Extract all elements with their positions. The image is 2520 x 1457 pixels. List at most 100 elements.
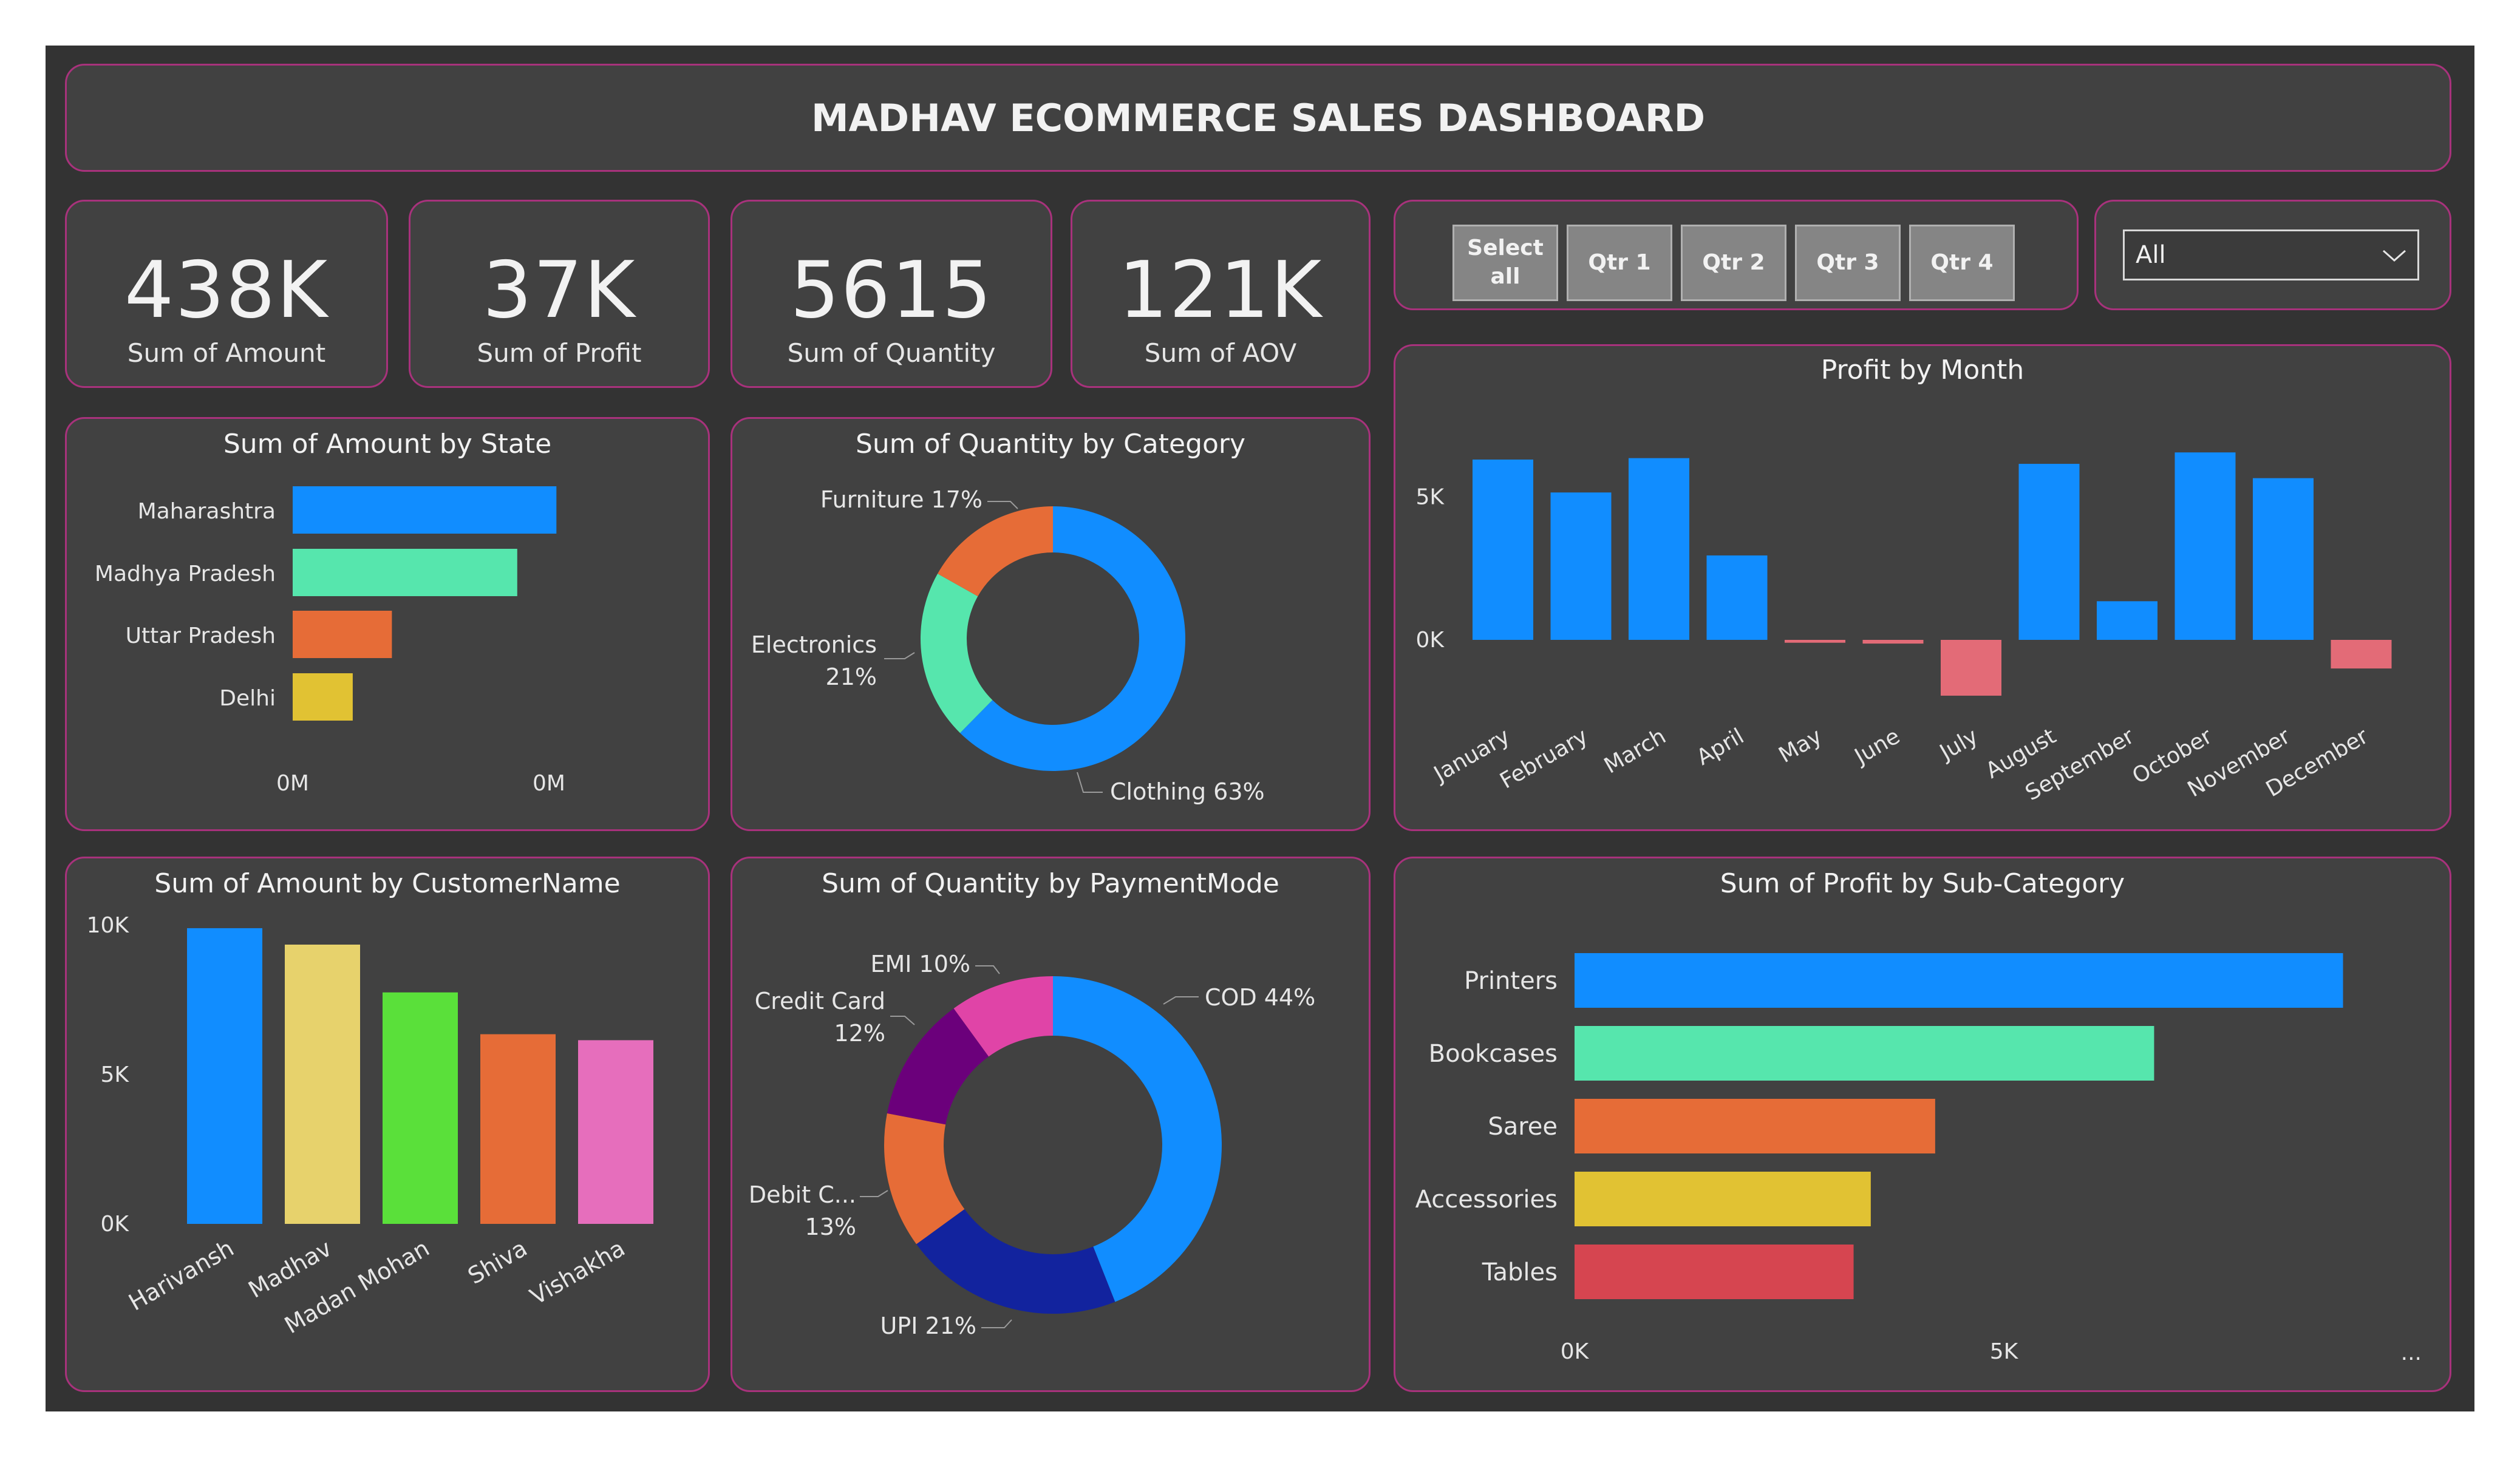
bar: [187, 928, 262, 1224]
tick-label: 0M: [533, 771, 565, 796]
bar: [2253, 478, 2314, 640]
category-label: Tables: [1482, 1258, 1558, 1286]
month-chart-panel: Profit by Month 0K 5K January February March…: [1394, 344, 2451, 831]
bar: [2174, 452, 2236, 640]
category-label: Uttar Pradesh: [126, 623, 276, 648]
qtr-2-button[interactable]: Qtr 2: [1681, 225, 1786, 301]
kpi-card-amount: 438K Sum of Amount: [65, 200, 388, 388]
filter-dropdown[interactable]: All: [2123, 229, 2419, 280]
bar: [1629, 458, 1689, 640]
category-donut-chart: Furniture 17% Electronics 21% Clothing 63%: [751, 486, 1265, 805]
category-chart-panel: Sum of Quantity by Category Furniture 17…: [730, 417, 1371, 831]
data-label: Credit Card: [755, 988, 885, 1014]
kpi-value: 5615: [790, 245, 993, 336]
tick-label: 10K: [87, 913, 130, 938]
bar: [285, 944, 360, 1224]
tick-label: 0K: [100, 1212, 129, 1237]
bar: [1785, 640, 1845, 643]
leader-line: [987, 501, 1018, 509]
category-label: May: [1775, 724, 1827, 768]
kpi-value: 121K: [1118, 245, 1323, 336]
kpi-card-profit: 37K Sum of Profit: [409, 200, 710, 388]
bar: [293, 611, 392, 658]
tick-label: 5K: [100, 1062, 129, 1087]
qtr-3-button[interactable]: Qtr 3: [1795, 225, 1901, 301]
category-label: July: [1935, 724, 1982, 766]
kpi-value: 37K: [482, 245, 636, 336]
tick-label: 0K: [1561, 1339, 1590, 1364]
leader-line: [860, 1190, 888, 1197]
more-options-label: ...: [2401, 1340, 2422, 1365]
data-label: EMI 10%: [870, 951, 970, 977]
category-label: Delhi: [219, 686, 276, 711]
category-label: Printers: [1464, 967, 1558, 995]
chevron-down-icon: [2383, 250, 2406, 262]
data-label: COD 44%: [1205, 984, 1315, 1011]
bar: [1575, 1245, 1854, 1299]
bar: [2331, 640, 2392, 669]
payment-chart-panel: Sum of Quantity by PaymentMode COD 44% UP…: [730, 857, 1371, 1392]
bar: [1575, 953, 2343, 1008]
category-label: Maharashtra: [138, 499, 276, 524]
data-label: UPI 21%: [880, 1313, 976, 1339]
dropdown-value: All: [2136, 241, 2166, 269]
leader-line: [890, 1016, 915, 1025]
bar: [1862, 640, 1924, 644]
bar: [578, 1040, 653, 1224]
quarter-slicer: Select all Qtr 1 Qtr 2 Qtr 3 Qtr 4: [1394, 200, 2079, 310]
state-chart-panel: Sum of Amount by State Maharashtra Madhya…: [65, 417, 710, 831]
data-label: 13%: [805, 1214, 856, 1240]
bar: [1473, 460, 1533, 640]
data-label: Furniture 17%: [820, 486, 982, 513]
customer-chart-panel: Sum of Amount by CustomerName 0K 5K 10K Har…: [65, 857, 710, 1392]
payment-donut-chart: COD 44% UPI 21% Debit C... 13% Credit Card 12…: [749, 951, 1315, 1339]
select-all-button[interactable]: Select all: [1452, 225, 1558, 301]
bar: [1941, 640, 2001, 696]
category-label: Accessories: [1415, 1186, 1558, 1214]
title-panel: MADHAV ECOMMERCE SALES DASHBOARD: [65, 64, 2451, 172]
bar: [1706, 555, 1768, 640]
leader-line: [981, 1319, 1012, 1328]
category-label: Vishakha: [525, 1235, 629, 1310]
bar: [293, 486, 557, 534]
bar: [2097, 601, 2157, 640]
bar: [2018, 464, 2080, 640]
kpi-card-quantity: 5615 Sum of Quantity: [730, 200, 1052, 388]
bar: [293, 673, 353, 721]
donut-slice: [921, 573, 993, 733]
kpi-card-aov: 121K Sum of AOV: [1071, 200, 1371, 388]
category-label: April: [1692, 724, 1748, 770]
leader-line: [1077, 772, 1103, 793]
subcategory-bar-chart: Printers Bookcases Saree Accessories Tables 0…: [1415, 953, 2422, 1365]
category-label: Madhya Pradesh: [95, 562, 276, 586]
kpi-label: Sum of Amount: [127, 338, 326, 368]
category-label: Shiva: [463, 1235, 532, 1289]
bar: [1575, 1026, 2154, 1081]
tick-label: 0M: [276, 771, 309, 796]
kpi-label: Sum of Quantity: [787, 338, 996, 368]
donut-slice: [938, 506, 1053, 597]
bar: [383, 992, 458, 1224]
data-label: 12%: [834, 1020, 885, 1047]
data-label: 21%: [826, 664, 877, 690]
category-label: Saree: [1488, 1113, 1558, 1141]
kpi-label: Sum of Profit: [477, 338, 642, 368]
category-label: February: [1496, 724, 1592, 793]
tick-label: 5K: [1415, 484, 1445, 509]
category-label: June: [1850, 724, 1904, 770]
dashboard-title: MADHAV ECOMMERCE SALES DASHBOARD: [811, 95, 1706, 140]
tick-label: 0K: [1415, 628, 1445, 653]
donut-slice: [916, 1209, 1115, 1314]
category-label: Harivansh: [124, 1235, 238, 1316]
subcategory-chart-panel: Sum of Profit by Sub-Category Printers Bo…: [1394, 857, 2451, 1392]
qtr-4-button[interactable]: Qtr 4: [1909, 225, 2015, 301]
leader-line: [1163, 996, 1199, 1005]
kpi-value: 438K: [124, 245, 329, 336]
month-bar-chart: 0K5KJanuaryFebruary March April May June July…: [1415, 452, 2392, 806]
filter-panel: All: [2094, 200, 2451, 310]
data-label: Debit C...: [749, 1181, 856, 1208]
leader-line: [975, 965, 1000, 974]
qtr-1-button[interactable]: Qtr 1: [1567, 225, 1672, 301]
customer-bar-chart: 0K5K10KHarivansh MadhavMadan Mohan ShivaVi…: [87, 913, 653, 1339]
tick-label: 5K: [1990, 1339, 2019, 1364]
